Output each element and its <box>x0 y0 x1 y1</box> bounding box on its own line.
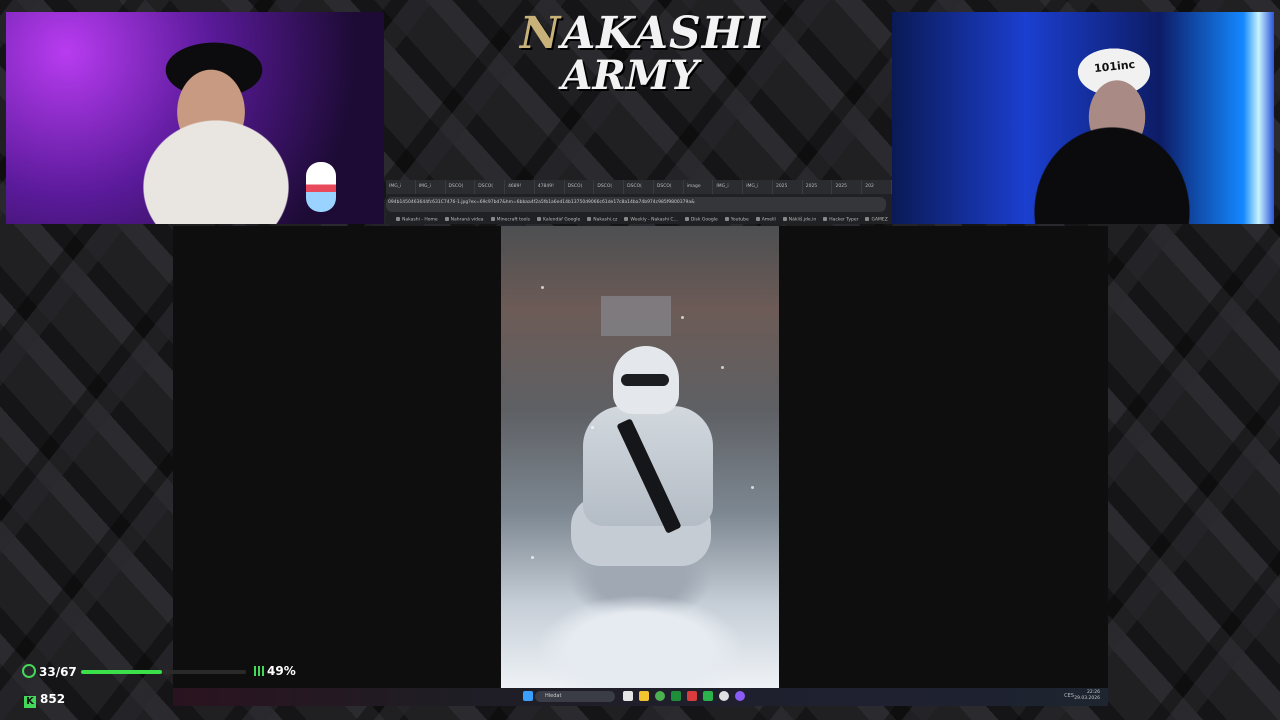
address-bar[interactable]: 094b1450463644fc631C7476-1.jpg?ex=69c97b… <box>386 197 886 212</box>
duck-plush <box>306 162 336 212</box>
browser-tab[interactable]: 2025 <box>773 180 803 194</box>
tray-language[interactable]: CES <box>994 693 1074 699</box>
discord-icon[interactable] <box>735 691 745 701</box>
points-value: 852 <box>40 692 66 706</box>
file-explorer-icon[interactable] <box>639 691 649 701</box>
browser-tab[interactable]: IMG_i <box>743 180 773 194</box>
browser-tab[interactable]: IMG_i <box>386 180 416 194</box>
bookmark-item[interactable]: Hacker Typer <box>823 217 858 223</box>
bookmark-item[interactable]: Kalendář Google <box>537 217 580 223</box>
points-stat: K 852 <box>24 692 65 708</box>
level-counter: 33/67 <box>22 664 77 679</box>
channel-logo: NAKASHI ARMY <box>520 12 765 108</box>
photo-soldier <box>571 346 721 576</box>
browser-tab[interactable]: DSCO( <box>594 180 625 194</box>
tray-date[interactable]: 29.03.2026 <box>1074 696 1100 702</box>
bookmark-item[interactable]: Minecraft tools <box>491 217 530 223</box>
browser-tab[interactable]: DSCO( <box>624 180 654 194</box>
photo-building-window <box>601 296 671 336</box>
streamer-webcam-left <box>6 12 384 224</box>
cap-logo: 101inc <box>1093 57 1136 76</box>
bookmark-item[interactable]: Nakashi.cz <box>587 217 617 223</box>
bookmark-item[interactable]: Nakashi - Home <box>396 217 438 223</box>
browser-tab[interactable]: DSCO( <box>475 180 506 194</box>
start-icon[interactable] <box>523 691 533 701</box>
shared-photo <box>501 226 779 688</box>
browser-tab[interactable]: DSCO( <box>565 180 595 194</box>
taskbar-search[interactable]: Hledat <box>535 691 615 702</box>
logo-first-letter: N <box>520 8 562 59</box>
bookmark-item[interactable]: GAMEZ <box>865 217 887 223</box>
task-view-icon[interactable] <box>623 691 633 701</box>
browser-tab[interactable]: DSCO( <box>446 180 476 194</box>
browser-tab[interactable]: 2025 <box>832 180 863 194</box>
bar-chart-icon <box>254 666 264 676</box>
percent-stat: 49% <box>254 664 296 678</box>
bookmark-item[interactable]: Nákliš.jde.in <box>783 217 816 223</box>
bookmark-item[interactable]: Youtube <box>725 217 749 223</box>
phone-link-icon[interactable] <box>703 691 713 701</box>
tab-strip: IMG_i IMG_i DSCO(DSCO(4689! 47849! DSCO(DSCO… <box>386 180 892 194</box>
browser-tab[interactable]: 2025 <box>803 180 833 194</box>
level-progress-fill <box>81 670 162 674</box>
steam-icon[interactable] <box>719 691 729 701</box>
kick-icon: K <box>24 696 36 708</box>
level-progress-bar <box>81 670 246 674</box>
browser-tab[interactable]: image <box>684 180 714 194</box>
system-tray: CES 22:26 29.03.2026 <box>1064 690 1100 702</box>
search-placeholder: Hledat <box>545 693 562 699</box>
logo-bottom-text: ARMY <box>561 52 699 99</box>
browser-window: IMG_i IMG_i DSCO(DSCO(4689! 47849! DSCO(DSCO… <box>386 180 892 224</box>
bookmark-item[interactable]: Weekly - Nakashi C... <box>624 217 677 223</box>
browser-tab[interactable]: 47849! <box>535 180 565 194</box>
browser-tab[interactable]: DSCO( <box>654 180 684 194</box>
chrome-icon[interactable] <box>655 691 665 701</box>
browser-tab[interactable]: IMG_i <box>713 180 744 194</box>
level-ring-icon <box>22 664 36 678</box>
browser-tab[interactable]: 202 <box>862 180 892 194</box>
windows-taskbar: Hledat CES 22:26 29.03.2026 <box>173 688 1108 706</box>
streamer-webcam-right: 101inc <box>892 12 1274 224</box>
bookmarks-bar: Nakashi - Home Nahraná videa Minecraft too… <box>386 212 892 223</box>
bookmark-item[interactable]: Nahraná videa <box>445 217 484 223</box>
level-value: 33/67 <box>39 665 77 679</box>
bookmark-item[interactable]: Disk Google <box>685 217 718 223</box>
excel-icon[interactable] <box>671 691 681 701</box>
browser-tab[interactable]: IMG_i <box>416 180 446 194</box>
bookmark-item[interactable]: Amelil <box>756 217 776 223</box>
app-icon[interactable] <box>687 691 697 701</box>
percent-value: 49% <box>267 664 296 678</box>
browser-tab[interactable]: 4689! <box>505 180 535 194</box>
